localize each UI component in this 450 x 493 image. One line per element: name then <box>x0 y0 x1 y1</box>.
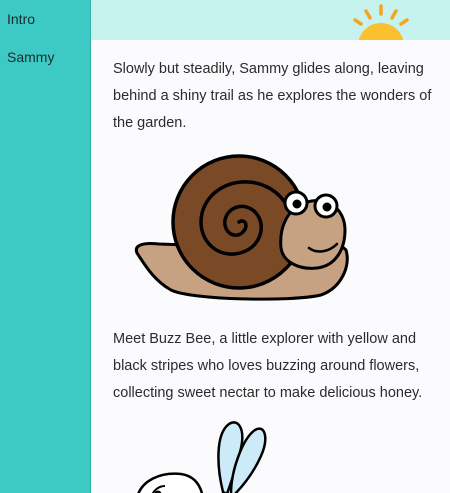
sidebar-item-sammy[interactable]: Sammy <box>0 49 54 65</box>
top-banner <box>91 0 450 40</box>
story-paragraph-buzz: Meet Buzz Bee, a little explorer with ye… <box>113 331 423 401</box>
bee-illustration <box>137 421 267 493</box>
story-paragraph-sammy: Slowly but steadily, Sammy glides along,… <box>113 61 432 131</box>
main-content: Slowly but steadily, Sammy glides along,… <box>91 0 450 493</box>
sidebar-item-intro[interactable]: Intro <box>0 11 35 27</box>
snail-illustration <box>134 154 349 301</box>
sidebar: Intro Sammy <box>0 0 91 493</box>
sun-icon <box>353 4 409 40</box>
